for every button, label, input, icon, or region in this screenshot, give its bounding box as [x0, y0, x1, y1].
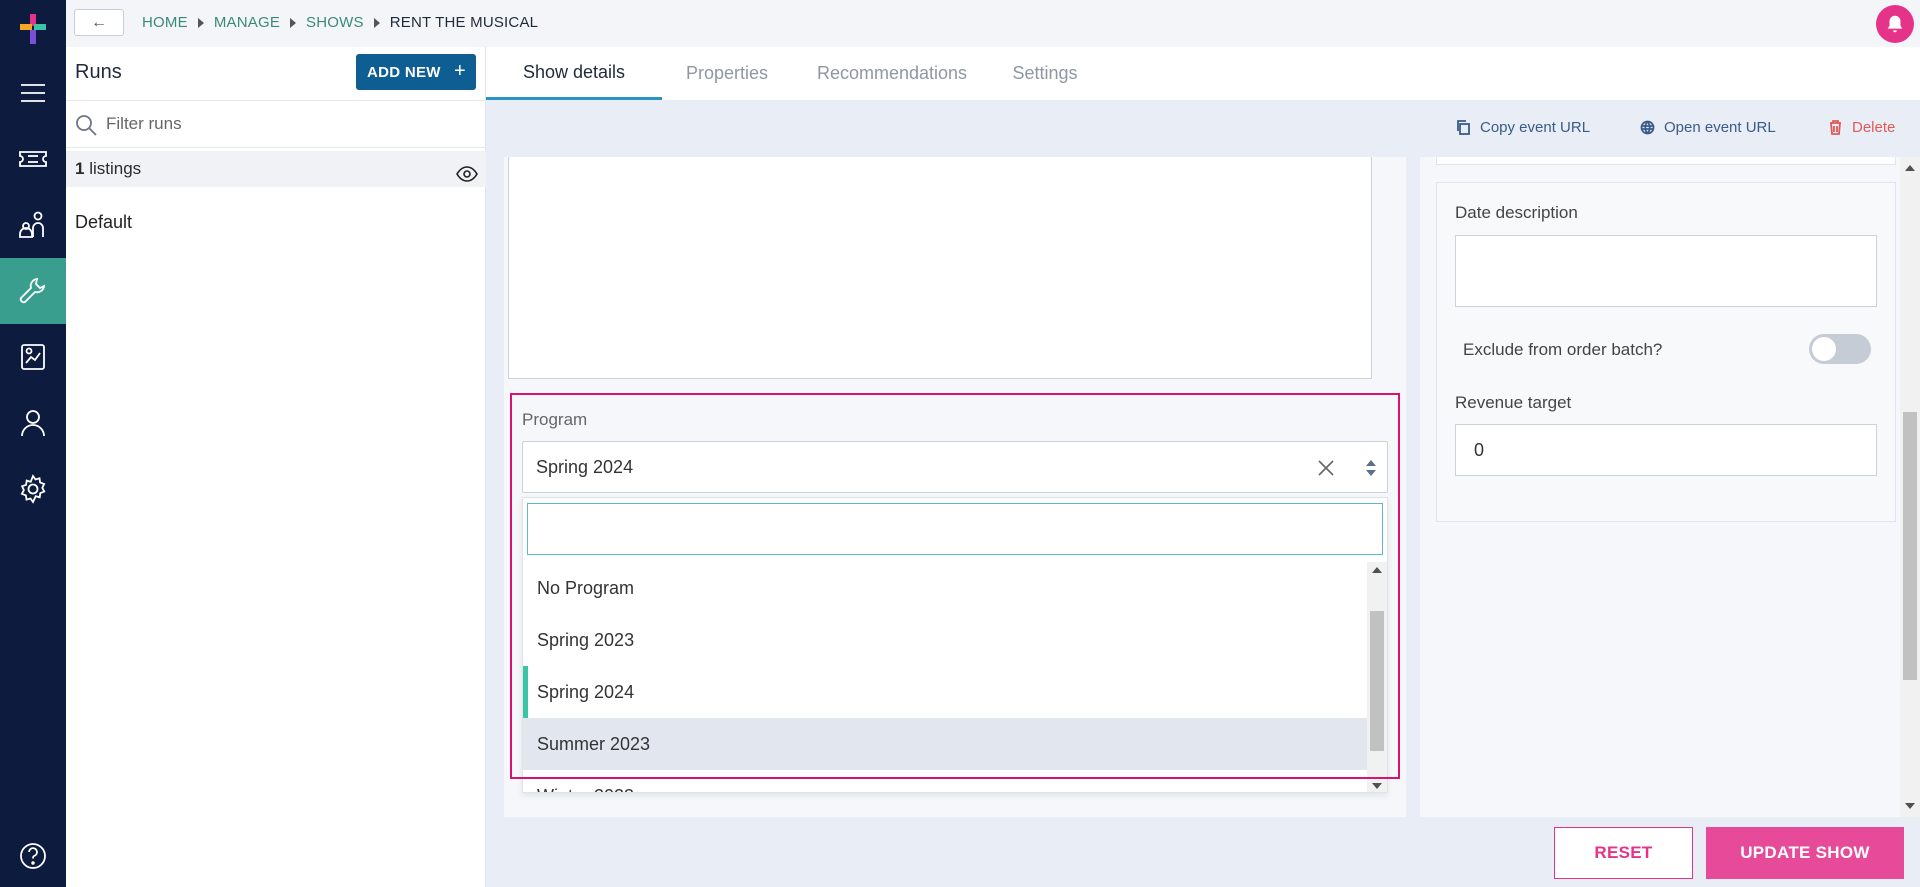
option-winter-2023[interactable]: Winter 2023 [523, 770, 1369, 792]
date-description-label: Date description [1455, 203, 1578, 222]
option-spring-2023[interactable]: Spring 2023 [523, 614, 1369, 666]
revenue-target-label: Revenue target [1455, 393, 1572, 412]
help-icon[interactable] [0, 826, 66, 886]
tab-settings[interactable]: Settings [992, 47, 1098, 100]
sort-arrows-icon[interactable] [1365, 459, 1377, 477]
show-details-content: Program Spring 2024 No Program Spring 20… [486, 157, 1900, 817]
open-event-url-button[interactable]: Open event URL [1640, 119, 1776, 136]
filter-runs [66, 100, 486, 148]
option-no-program[interactable]: No Program [523, 562, 1369, 614]
description-editor[interactable] [508, 157, 1372, 379]
runs-title: Runs [75, 61, 122, 83]
back-button[interactable]: ← [74, 9, 124, 36]
globe-icon [1640, 120, 1655, 135]
add-new-label: ADD NEW [367, 63, 441, 81]
listings-count: 1 [75, 159, 85, 178]
main-scrollbar[interactable] [1900, 157, 1920, 817]
search-icon [74, 113, 98, 137]
tab-properties[interactable]: Properties [662, 47, 792, 100]
delete-button[interactable]: Delete [1828, 119, 1895, 136]
gear-icon[interactable] [0, 456, 66, 522]
action-bar: Copy event URL Open event URL Delete [486, 100, 1920, 157]
copy-event-url-button[interactable]: Copy event URL [1456, 119, 1590, 136]
option-summer-2023[interactable]: Summer 2023 [523, 718, 1369, 770]
breadcrumb: HOME MANAGE SHOWS RENT THE MUSICAL [142, 14, 538, 31]
scroll-down-icon[interactable] [1905, 803, 1915, 809]
breadcrumb-shows[interactable]: SHOWS [306, 14, 364, 31]
clear-icon[interactable] [1316, 458, 1336, 478]
dropdown-scrollbar[interactable] [1367, 562, 1387, 792]
exclude-order-batch-toggle[interactable] [1809, 334, 1871, 364]
top-bar: ← HOME MANAGE SHOWS RENT THE MUSICAL [66, 0, 1920, 47]
listings-label: listings [89, 159, 142, 178]
date-description-input[interactable] [1455, 235, 1877, 307]
right-column: Date description Exclude from order batc… [1420, 157, 1900, 817]
ticket-icon[interactable] [0, 126, 66, 192]
bottom-action-bar: RESET UPDATE SHOW [486, 817, 1920, 887]
scroll-thumb[interactable] [1370, 611, 1384, 751]
notification-bell-icon[interactable] [1876, 5, 1914, 43]
delete-label: Delete [1852, 119, 1896, 136]
scroll-up-icon[interactable] [1905, 165, 1915, 171]
exclude-order-batch-label: Exclude from order batch? [1463, 340, 1663, 359]
breadcrumb-manage[interactable]: MANAGE [214, 14, 280, 31]
scroll-up-icon[interactable] [1372, 567, 1382, 573]
tabs-bar: Show details Properties Recommendations … [486, 47, 1920, 100]
plus-icon: + [454, 60, 466, 82]
menu-icon[interactable] [0, 60, 66, 126]
open-event-url-label: Open event URL [1664, 119, 1776, 136]
copy-icon [1457, 120, 1470, 135]
tab-show-details[interactable]: Show details [486, 47, 662, 100]
right-panel-top [1436, 157, 1896, 165]
runs-panel: Runs ADD NEW + 1 listings Default [66, 47, 486, 887]
toggle-knob [1812, 337, 1836, 361]
run-item-default[interactable]: Default [75, 212, 132, 233]
eye-icon[interactable] [456, 160, 478, 182]
left-navigation [0, 0, 66, 887]
breadcrumb-separator-icon [373, 17, 380, 28]
report-icon[interactable] [0, 324, 66, 390]
tab-recommendations[interactable]: Recommendations [792, 47, 992, 100]
user-icon[interactable] [0, 390, 66, 456]
program-label: Program [522, 410, 588, 429]
app-logo[interactable] [18, 12, 48, 48]
copy-event-url-label: Copy event URL [1480, 119, 1591, 136]
filter-runs-input[interactable] [106, 109, 476, 139]
wrench-icon[interactable] [0, 258, 66, 324]
run-settings-card: Date description Exclude from order batc… [1436, 182, 1896, 522]
breadcrumb-separator-icon [197, 17, 204, 28]
people-icon[interactable] [0, 192, 66, 258]
program-select[interactable]: Spring 2024 [522, 441, 1388, 493]
scroll-thumb[interactable] [1903, 412, 1917, 680]
listings-row[interactable]: 1 listings [66, 151, 486, 187]
breadcrumb-home[interactable]: HOME [142, 14, 188, 31]
update-show-button[interactable]: UPDATE SHOW [1706, 827, 1904, 879]
revenue-target-input[interactable]: 0 [1455, 424, 1877, 476]
program-options-list: No Program Spring 2023 Spring 2024 Summe… [523, 562, 1369, 792]
scroll-down-icon[interactable] [1372, 783, 1382, 789]
program-search-input[interactable] [527, 503, 1383, 555]
program-selected-value: Spring 2024 [536, 457, 634, 477]
option-spring-2024[interactable]: Spring 2024 [523, 666, 1369, 718]
add-new-button[interactable]: ADD NEW + [356, 54, 476, 90]
trash-icon [1830, 120, 1841, 135]
breadcrumb-separator-icon [290, 17, 297, 28]
program-dropdown: No Program Spring 2023 Spring 2024 Summe… [522, 497, 1388, 793]
reset-button[interactable]: RESET [1554, 827, 1693, 879]
breadcrumb-current: RENT THE MUSICAL [389, 14, 539, 31]
